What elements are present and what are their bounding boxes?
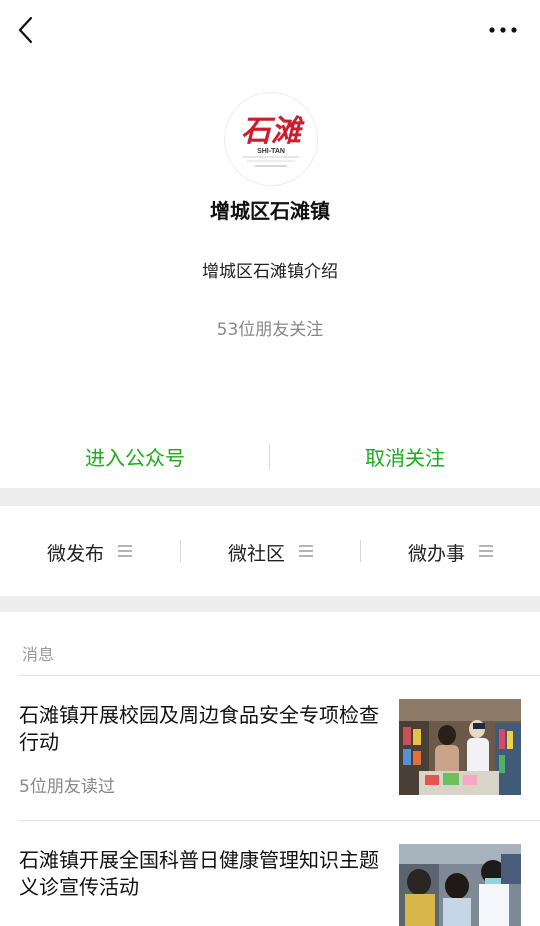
menu-item-label: 微办事 <box>408 543 466 565</box>
article-item[interactable]: 石滩镇开展全国科普日健康管理知识主题义诊宣传活动 <box>0 821 540 926</box>
back-arrow-icon <box>18 16 33 44</box>
article-read-count: 5位朋友读过 <box>19 777 115 797</box>
menu-lines-icon <box>299 545 313 557</box>
back-button[interactable] <box>14 14 42 46</box>
menu-item-label: 微社区 <box>228 543 286 565</box>
article-thumbnail <box>399 844 521 926</box>
account-menu: 微发布 微社区 微办事 <box>0 506 540 596</box>
unfollow-button[interactable]: 取消关注 <box>270 438 540 482</box>
enter-account-button[interactable]: 进入公众号 <box>0 438 270 482</box>
menu-lines-icon <box>479 545 493 557</box>
account-actions: 进入公众号 取消关注 <box>0 438 540 482</box>
article-photo <box>399 699 521 795</box>
menu-lines-icon <box>118 545 132 557</box>
messages-section-label: 消息 <box>22 645 55 664</box>
more-button[interactable] <box>488 18 518 42</box>
menu-item-services[interactable]: 微办事 <box>361 506 540 596</box>
account-avatar[interactable]: 石滩 SHI-TAN <box>224 92 318 186</box>
section-divider <box>0 596 540 612</box>
article-thumbnail <box>399 699 521 795</box>
section-divider <box>0 488 540 506</box>
menu-item-publish[interactable]: 微发布 <box>0 506 180 596</box>
article-photo <box>399 844 521 926</box>
account-profile: 石滩 SHI-TAN 增城区石滩镇 增城区石滩镇介绍 53位朋友关注 进入公众号… <box>0 60 540 490</box>
article-title: 石滩镇开展全国科普日健康管理知识主题义诊宣传活动 <box>19 848 379 899</box>
account-logo: 石滩 SHI-TAN <box>241 115 305 167</box>
svg-text:SHI-TAN: SHI-TAN <box>257 148 285 155</box>
menu-item-community[interactable]: 微社区 <box>181 506 361 596</box>
followers-count[interactable]: 53位朋友关注 <box>0 315 540 340</box>
menu-item-label: 微发布 <box>47 543 105 565</box>
more-dots-icon <box>489 27 517 33</box>
article-title: 石滩镇开展校园及周边食品安全专项检查行动 <box>19 703 379 754</box>
article-item[interactable]: 石滩镇开展校园及周边食品安全专项检查行动 5位朋友读过 <box>0 676 540 820</box>
account-name: 增城区石滩镇 <box>210 199 330 223</box>
svg-text:石滩: 石滩 <box>241 115 305 148</box>
top-bar <box>0 0 540 60</box>
account-description: 增城区石滩镇介绍 <box>202 262 338 282</box>
